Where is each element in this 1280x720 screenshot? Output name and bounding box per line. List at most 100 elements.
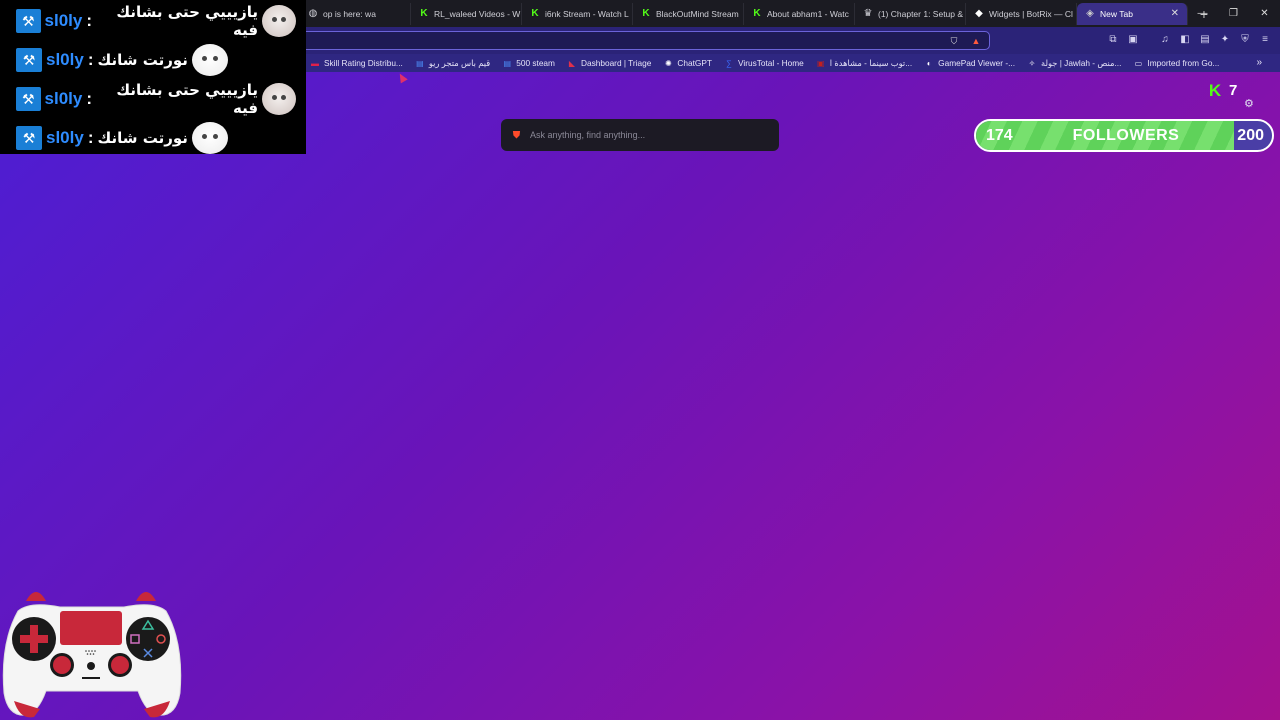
folder-icon: ▭ bbox=[1134, 58, 1143, 68]
bookmark-item[interactable]: ▭ Imported from Go... bbox=[1133, 58, 1220, 68]
chat-text: يازيييي حتى بشانك فيه bbox=[116, 81, 259, 117]
bookmark-label: قيم باس متجر ريو bbox=[428, 58, 491, 68]
chat-text: نورتت شانك bbox=[97, 51, 188, 69]
chat-username: sl0ly bbox=[46, 50, 84, 69]
chat-username: sl0ly bbox=[46, 128, 84, 147]
minimize-button[interactable]: — bbox=[1187, 0, 1218, 27]
tab-0[interactable]: ◍ op is here: wa bbox=[300, 2, 411, 25]
globe-icon: ◍ bbox=[308, 8, 318, 19]
touchpad bbox=[60, 611, 122, 645]
search-input[interactable] bbox=[530, 130, 760, 140]
tab-5[interactable]: ♛ (1) Chapter 1: Setup & bbox=[855, 2, 966, 25]
bookmark-item[interactable]: ◐ GamePad Viewer -... bbox=[924, 58, 1015, 68]
hammer-badge-icon: ⚒ bbox=[16, 9, 41, 33]
toolbar-icons: ⧉ ▣ ♫ ◧ ▤ ✦ ⛨ ≡ bbox=[1106, 32, 1272, 46]
restore-button[interactable]: ❐ bbox=[1218, 0, 1249, 27]
viewer-count: 7 bbox=[1229, 82, 1238, 99]
tab-new-tab[interactable]: ◈ New Tab ✕ bbox=[1077, 2, 1188, 25]
right-stick bbox=[111, 656, 129, 674]
bookmark-item[interactable]: ◣ Dashboard | Triage bbox=[567, 58, 652, 68]
bookmark-label: جولة | Jawlah - منص... bbox=[1041, 58, 1122, 68]
tab-label: New Tab bbox=[1100, 8, 1133, 19]
bookmark-item[interactable]: ▤ قيم باس متجر ريو bbox=[415, 58, 490, 68]
triage-icon: ◣ bbox=[568, 58, 576, 68]
tab-3[interactable]: K BlackOutMind Stream bbox=[633, 2, 744, 25]
tracker-icon: ▬ bbox=[311, 58, 319, 68]
chat-separator: : bbox=[87, 50, 94, 69]
bookmarks-overflow-button[interactable]: » bbox=[1256, 57, 1262, 68]
doc-icon: ▤ bbox=[416, 58, 424, 68]
bookmark-item[interactable]: ✧ جولة | Jawlah - منص... bbox=[1027, 58, 1122, 68]
gamepad-icon: ◐ bbox=[926, 58, 932, 68]
tab-1[interactable]: K RL_waleed Videos - W bbox=[411, 2, 522, 25]
close-window-button[interactable]: ✕ bbox=[1249, 0, 1280, 27]
chat-username: sl0ly bbox=[44, 89, 83, 108]
kick-icon: K bbox=[531, 8, 539, 19]
followers-goal-bar: 174 FOLLOWERS 200 bbox=[974, 119, 1274, 152]
hammer-badge-icon: ⚒ bbox=[16, 126, 42, 150]
leo-ai-icon[interactable]: ✦ bbox=[1218, 32, 1232, 46]
goal-target: 200 bbox=[1237, 127, 1264, 144]
vpn-icon[interactable]: ⛨ bbox=[1238, 32, 1252, 46]
bookmark-label: VirusTotal - Home bbox=[737, 58, 804, 68]
bookmark-label: ChatGPT bbox=[677, 58, 712, 68]
address-bar[interactable]: ⛉ ▲ bbox=[300, 31, 990, 50]
sidebar-icon[interactable]: ◧ bbox=[1178, 32, 1192, 46]
screenshot-icon[interactable]: ▣ bbox=[1126, 32, 1140, 46]
tab-label: About abham1 - Watc bbox=[767, 8, 849, 19]
cat-emote bbox=[262, 5, 296, 37]
toolbar-spacer bbox=[1146, 32, 1152, 46]
chat-separator: : bbox=[86, 11, 92, 30]
brave-shields-icon[interactable]: ⛉ bbox=[947, 34, 961, 48]
goal-label: FOLLOWERS bbox=[1072, 127, 1180, 144]
bookmark-label: توب سينما - مشاهدة ا... bbox=[829, 58, 913, 68]
gamepad-overlay bbox=[2, 592, 182, 718]
bookmark-item[interactable]: ▬ Skill Rating Distribu... bbox=[310, 58, 403, 68]
hammer-badge-icon: ⚒ bbox=[16, 87, 41, 111]
new-tab-search-box[interactable]: ⛊ bbox=[501, 119, 779, 151]
chat-message: ⚒ sl0ly: نورتت شانك bbox=[16, 119, 296, 157]
mouse-cursor bbox=[396, 71, 408, 84]
bookmark-item[interactable]: ∑ VirusTotal - Home bbox=[724, 58, 804, 68]
wallet-icon[interactable]: ▤ bbox=[1198, 32, 1212, 46]
chat-message: ⚒ sl0ly: يازيييي حتى بشانك فيه bbox=[16, 80, 296, 118]
face-buttons-well bbox=[126, 617, 170, 661]
hammer-badge-icon: ⚒ bbox=[16, 48, 42, 72]
bookmark-item[interactable]: ▣ توب سينما - مشاهدة ا... bbox=[816, 58, 912, 68]
cinema-icon: ▣ bbox=[817, 58, 825, 68]
crown-icon: ♛ bbox=[863, 8, 873, 19]
bookmark-item[interactable]: ▤ 500 steam bbox=[502, 58, 555, 68]
extensions-icon[interactable]: ⧉ bbox=[1106, 32, 1120, 46]
bookmark-label: Imported from Go... bbox=[1147, 58, 1220, 68]
tab-2[interactable]: Ki6nk Stream - Watch L bbox=[522, 2, 633, 25]
close-tab-icon[interactable]: ✕ bbox=[1171, 8, 1179, 19]
brave-rewards-icon[interactable]: ▲ bbox=[969, 34, 983, 48]
tab-label: (1) Chapter 1: Setup & bbox=[878, 8, 964, 19]
chat-message: ⚒ sl0ly: يازيييي حتى بشانك فيه bbox=[16, 2, 296, 40]
chat-text: يازيييي حتى بشانك فيه bbox=[116, 3, 259, 39]
media-icon[interactable]: ♫ bbox=[1158, 32, 1172, 46]
kick-icon: K bbox=[420, 8, 428, 19]
bookmark-item[interactable]: ✺ ChatGPT bbox=[663, 58, 712, 68]
gear-icon[interactable]: ⚙ bbox=[1244, 97, 1254, 110]
doc-icon: ▤ bbox=[503, 58, 511, 68]
tab-4[interactable]: K About abham1 - Watc bbox=[744, 2, 855, 25]
tab-label: BlackOutMind Stream bbox=[656, 8, 739, 19]
menu-icon[interactable]: ≡ bbox=[1258, 32, 1272, 46]
chat-separator: : bbox=[87, 128, 94, 147]
chatgpt-icon: ✺ bbox=[665, 58, 672, 68]
bookmark-label: Skill Rating Distribu... bbox=[324, 58, 403, 68]
jawlah-icon: ✧ bbox=[1028, 58, 1036, 68]
brave-lion-icon: ⛊ bbox=[512, 129, 521, 141]
chat-separator: : bbox=[86, 89, 92, 108]
white-cat-emote bbox=[191, 44, 228, 76]
light-bar bbox=[82, 677, 100, 679]
tab-label: Widgets | BotRix — Cl bbox=[989, 8, 1073, 19]
dpad-horizontal bbox=[20, 635, 48, 643]
left-trigger bbox=[26, 592, 46, 601]
tab-label: i6nk Stream - Watch L bbox=[545, 8, 629, 19]
chat-message: ⚒ sl0ly: نورتت شانك bbox=[16, 41, 296, 79]
bookmark-label: Dashboard | Triage bbox=[580, 58, 652, 68]
tab-6[interactable]: ◆ Widgets | BotRix — Cl bbox=[966, 2, 1077, 25]
diamond-icon: ◆ bbox=[975, 8, 983, 19]
